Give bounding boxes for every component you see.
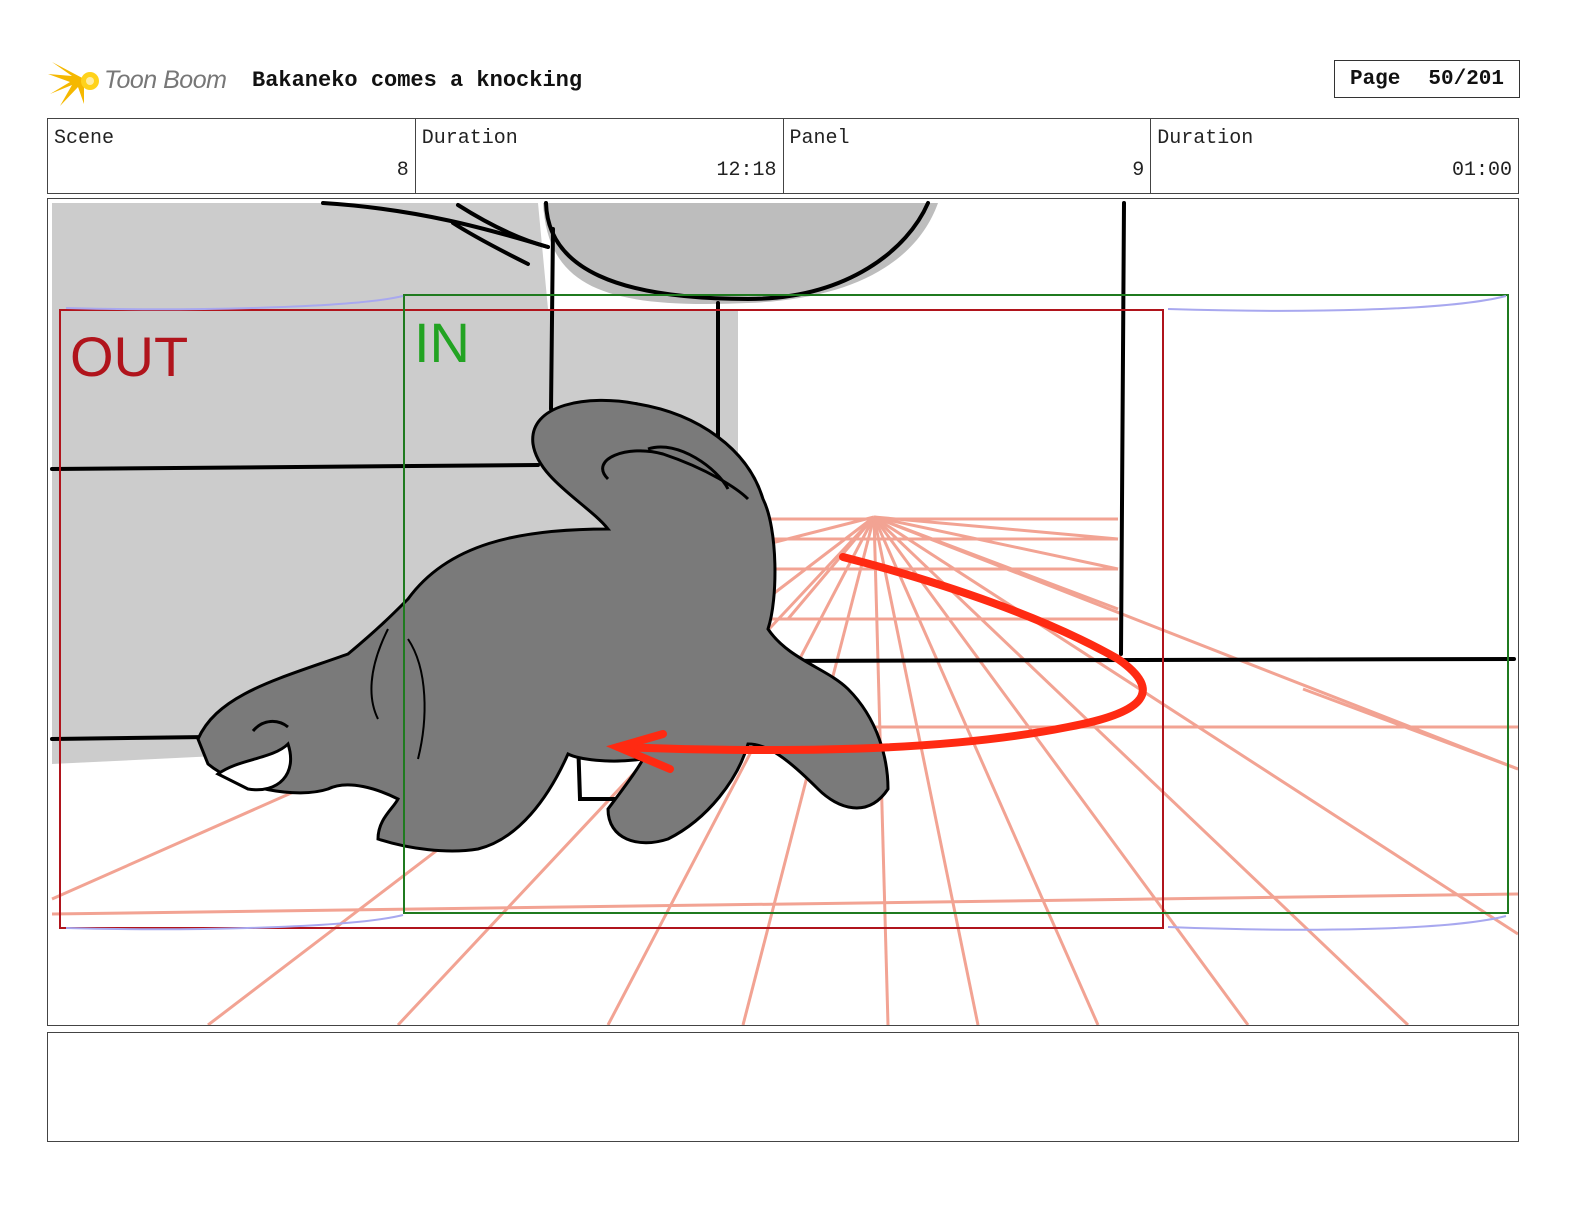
storyboard-panel[interactable]: OUT IN: [47, 198, 1519, 1026]
panel-label: Panel: [789, 127, 850, 150]
page-value: 50/201: [1428, 67, 1505, 91]
page-label: Page: [1349, 67, 1401, 91]
starburst-icon: [48, 62, 99, 106]
page-indicator: Page 50/201: [1334, 60, 1520, 98]
toon-boom-logo: Toon Boom: [48, 54, 248, 108]
scene-duration-value: 12:18: [716, 159, 777, 182]
panel-duration-value: 01:00: [1451, 159, 1512, 182]
scene-label: Scene: [54, 127, 115, 150]
scene-duration-label: Duration: [421, 127, 518, 150]
scene-cell: Scene 8: [48, 119, 416, 193]
panel-duration-cell: Duration 01:00: [1151, 119, 1518, 193]
project-title: Bakaneko comes a knocking: [252, 68, 583, 93]
storyboard-header: Toon Boom Bakaneko comes a knocking Page…: [48, 54, 1520, 108]
out-label: OUT: [70, 325, 188, 388]
panel-notes-box[interactable]: [47, 1032, 1519, 1142]
in-label: IN: [414, 311, 470, 374]
scene-value: 8: [396, 159, 409, 182]
scene-duration-cell: Duration 12:18: [416, 119, 784, 193]
panel-drawing: OUT IN: [50, 201, 1518, 1025]
logo-text: Toon Boom: [104, 66, 227, 94]
panel-info-table: Scene 8 Duration 12:18 Panel 9 Duration …: [47, 118, 1519, 194]
panel-value: 9: [1132, 159, 1145, 182]
panel-duration-label: Duration: [1157, 127, 1254, 150]
round-object-shadow: [543, 203, 938, 304]
panel-cell: Panel 9: [784, 119, 1152, 193]
